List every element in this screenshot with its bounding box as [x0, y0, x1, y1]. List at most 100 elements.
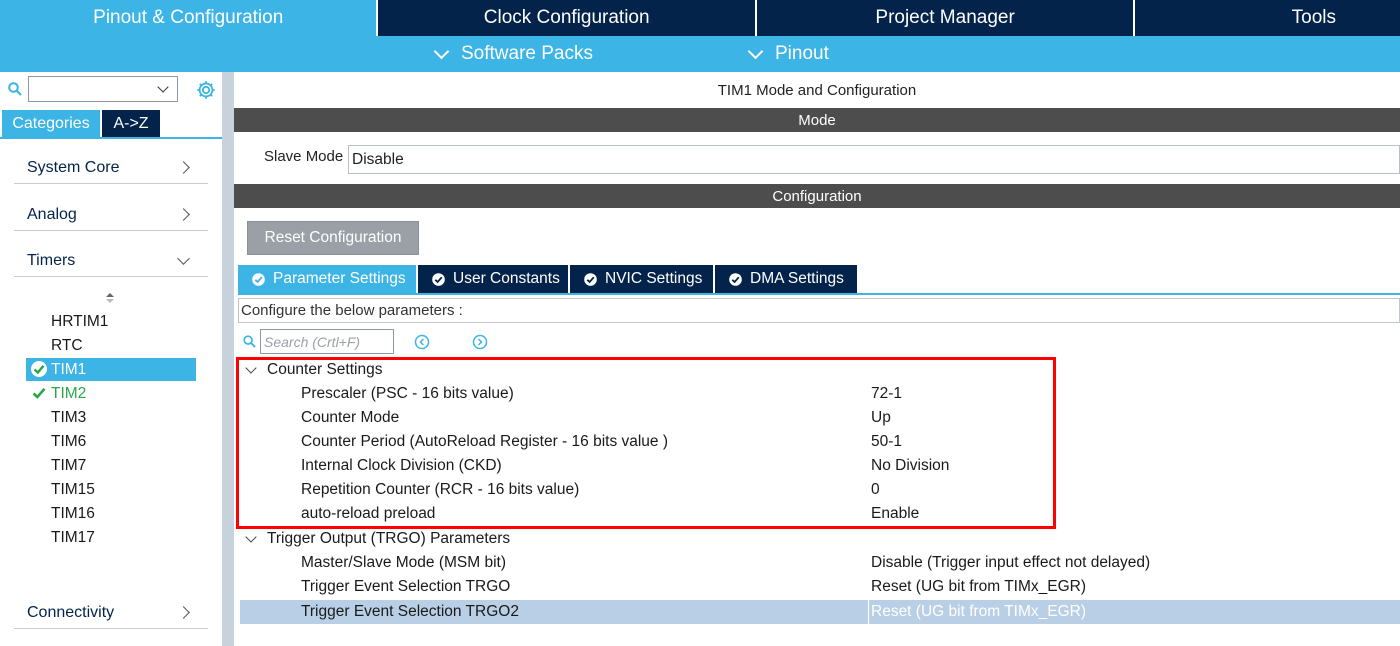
timer-item-tim6[interactable]: TIM6 — [26, 430, 196, 453]
column-divider — [868, 600, 869, 624]
tab-tools[interactable]: Tools — [1135, 0, 1400, 36]
param-value[interactable]: Up — [871, 409, 891, 427]
group-label: Counter Settings — [267, 361, 383, 378]
param-value[interactable]: Reset (UG bit from TIMx_EGR) — [871, 578, 1086, 596]
pinout-label: Pinout — [775, 43, 829, 64]
timer-item-tim1[interactable]: TIM1 — [26, 358, 196, 381]
search-combo[interactable] — [28, 76, 178, 102]
timer-item-tim16[interactable]: TIM16 — [26, 502, 196, 525]
panel-splitter[interactable] — [222, 72, 234, 646]
param-row-trgo[interactable]: Trigger Event Selection TRGO Reset (UG b… — [240, 575, 1400, 599]
param-name: Master/Slave Mode (MSM bit) — [301, 554, 506, 571]
timer-label: TIM2 — [51, 384, 87, 402]
param-name: Prescaler (PSC - 16 bits value) — [301, 385, 514, 402]
group-counter-settings[interactable]: Counter Settings — [244, 358, 382, 382]
tab-pinout-configuration[interactable]: Pinout & Configuration — [0, 0, 377, 36]
timer-item-tim2[interactable]: TIM2 — [26, 382, 196, 405]
category-label: Connectivity — [27, 603, 115, 621]
timer-label: TIM16 — [51, 504, 95, 522]
timer-item-tim7[interactable]: TIM7 — [26, 454, 196, 477]
timer-item-hrtim1[interactable]: HRTIM1 — [26, 310, 196, 333]
tab-a-z[interactable]: A->Z — [102, 110, 160, 137]
category-system-core[interactable]: System Core — [14, 152, 208, 184]
chevron-down-icon — [747, 43, 764, 59]
chevron-down-icon — [157, 81, 169, 93]
group-label: Trigger Output (TRGO) Parameters — [267, 530, 511, 547]
param-name: Repetition Counter (RCR - 16 bits value) — [301, 481, 580, 498]
pinout-menu[interactable]: Pinout — [747, 36, 829, 72]
param-value[interactable]: 0 — [871, 481, 880, 499]
tab-nvic-settings[interactable]: NVIC Settings — [570, 265, 713, 293]
timer-item-tim3[interactable]: TIM3 — [26, 406, 196, 429]
check-circle-icon — [584, 272, 597, 286]
mode-section-header: Mode — [234, 108, 1400, 132]
slave-mode-label: Slave Mode — [264, 148, 344, 165]
chevron-down-icon — [433, 43, 450, 59]
group-trigger-output[interactable]: Trigger Output (TRGO) Parameters — [244, 527, 510, 551]
param-row-counter-period[interactable]: Counter Period (AutoReload Register - 16… — [240, 430, 1400, 454]
param-row-repetition-counter[interactable]: Repetition Counter (RCR - 16 bits value)… — [240, 478, 1400, 502]
param-name: Counter Mode — [301, 409, 400, 426]
tab-project-manager[interactable]: Project Manager — [756, 0, 1134, 36]
timer-item-rtc[interactable]: RTC — [26, 334, 196, 357]
param-row-prescaler[interactable]: Prescaler (PSC - 16 bits value) 72-1 — [240, 382, 1400, 406]
chevron-right-icon — [177, 606, 190, 619]
sub-menu-bar: Software Packs Pinout — [0, 36, 1400, 72]
configuration-section-header: Configuration — [234, 184, 1400, 208]
timer-label: RTC — [51, 336, 83, 354]
category-connectivity[interactable]: Connectivity — [14, 597, 208, 629]
reset-configuration-button[interactable]: Reset Configuration — [247, 221, 419, 255]
chevron-right-icon — [177, 161, 190, 174]
timer-label: TIM6 — [51, 432, 87, 450]
tab-clock-configuration[interactable]: Clock Configuration — [378, 0, 755, 36]
search-icon — [243, 335, 256, 348]
previous-result-icon[interactable] — [414, 334, 430, 350]
param-name: Trigger Event Selection TRGO — [301, 578, 511, 595]
gear-icon[interactable] — [195, 79, 217, 101]
timer-label: HRTIM1 — [51, 312, 109, 330]
param-row-master-slave-mode[interactable]: Master/Slave Mode (MSM bit) Disable (Tri… — [240, 551, 1400, 575]
tab-categories[interactable]: Categories — [2, 110, 100, 137]
check-circle-icon — [432, 272, 445, 286]
check-circle-icon — [252, 272, 265, 286]
configure-hint: Configure the below parameters : — [238, 298, 1400, 323]
software-packs-menu[interactable]: Software Packs — [433, 36, 593, 72]
param-value[interactable]: 72-1 — [871, 385, 902, 403]
param-value[interactable]: Enable — [871, 505, 919, 523]
category-timers[interactable]: Timers — [14, 245, 208, 277]
timer-label: TIM1 — [51, 360, 87, 378]
parameter-search-input[interactable]: Search (Crtl+F) — [260, 329, 394, 354]
category-analog[interactable]: Analog — [14, 199, 208, 231]
timer-item-tim17[interactable]: TIM17 — [26, 526, 196, 549]
slave-mode-select[interactable]: Disable — [348, 145, 1400, 174]
param-value[interactable]: No Division — [871, 457, 949, 475]
timer-label: TIM17 — [51, 528, 95, 546]
tab-dma-settings[interactable]: DMA Settings — [715, 265, 857, 293]
param-row-clock-division[interactable]: Internal Clock Division (CKD) No Divisio… — [240, 454, 1400, 478]
check-circle-icon — [31, 361, 47, 377]
category-label: System Core — [27, 158, 120, 176]
param-value[interactable]: Reset (UG bit from TIMx_EGR) — [871, 603, 1086, 621]
param-value[interactable]: Disable (Trigger input effect not delaye… — [871, 554, 1150, 572]
tab-user-constants[interactable]: User Constants — [418, 265, 568, 293]
chevron-down-icon — [177, 252, 190, 265]
next-result-icon[interactable] — [472, 334, 488, 350]
param-row-counter-mode[interactable]: Counter Mode Up — [240, 406, 1400, 430]
param-name: Counter Period (AutoReload Register - 16… — [301, 433, 669, 450]
timer-item-tim15[interactable]: TIM15 — [26, 478, 196, 501]
chevron-right-icon — [177, 208, 190, 221]
chevron-down-icon — [245, 530, 257, 543]
software-packs-label: Software Packs — [461, 43, 593, 64]
tab-parameter-settings[interactable]: Parameter Settings — [238, 265, 416, 293]
param-value[interactable]: 50-1 — [871, 433, 902, 451]
tab-underline — [0, 137, 222, 139]
param-row-trgo2[interactable]: Trigger Event Selection TRGO2 Reset (UG … — [240, 600, 1400, 624]
param-name: auto-reload preload — [301, 505, 436, 522]
chevron-down-icon — [245, 361, 257, 374]
sort-icon[interactable] — [105, 292, 115, 304]
param-row-auto-reload-preload[interactable]: auto-reload preload Enable — [240, 502, 1400, 526]
category-label: Analog — [27, 205, 77, 223]
tab-underline — [238, 293, 1400, 295]
timer-label: TIM3 — [51, 408, 87, 426]
tab-label: NVIC Settings — [605, 270, 703, 287]
